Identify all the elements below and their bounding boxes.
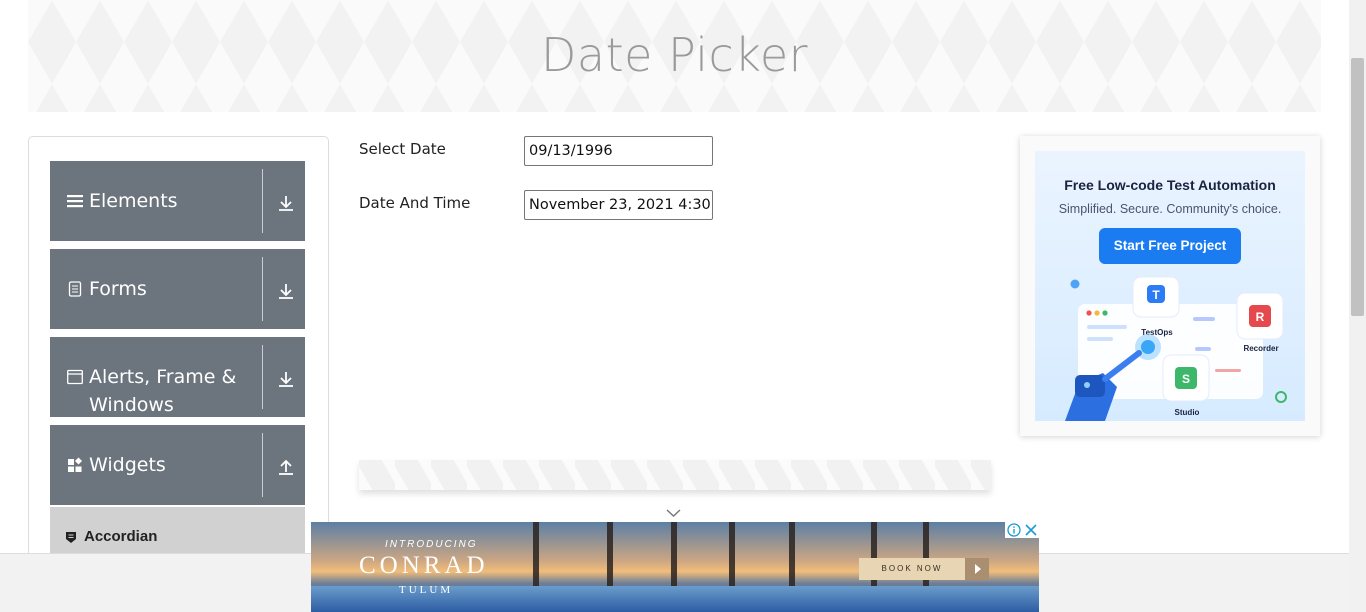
page-title: Date Picker — [540, 28, 809, 82]
ad-intro-text: INTRODUCING — [385, 539, 478, 550]
ad-content[interactable]: Free Low-code Test Automation Simplified… — [1035, 151, 1305, 421]
sidebar-group-label-line2: Windows — [89, 394, 174, 416]
sidebar-item-label: Accordian — [84, 528, 158, 545]
advertisement-bottom[interactable]: INTRODUCING CONRAD TULUM BOOK NOW — [311, 522, 1039, 612]
ad-info-icon — [1007, 523, 1021, 537]
page-header-banner: Date Picker — [28, 0, 1321, 112]
download-icon[interactable] — [276, 369, 296, 389]
upload-icon[interactable] — [276, 457, 296, 477]
download-icon[interactable] — [276, 281, 296, 301]
studio-letter: S — [1182, 372, 1190, 386]
recorder-letter: R — [1256, 310, 1265, 324]
widgets-icon — [68, 457, 83, 472]
ad-choices[interactable] — [1005, 522, 1039, 538]
vertical-scrollbar[interactable] — [1349, 0, 1366, 612]
sidebar-group-alerts-frame-windows[interactable]: Alerts, Frame & Windows — [50, 337, 305, 417]
document-icon — [68, 281, 82, 297]
divider — [262, 169, 263, 233]
badge-icon — [66, 532, 76, 543]
select-date-label: Select Date — [359, 140, 446, 158]
sidebar-group-label: Alerts, Frame & — [89, 366, 237, 388]
window-icon — [67, 369, 83, 385]
app-label-recorder: Recorder — [1243, 344, 1278, 353]
ad-location-text: TULUM — [399, 584, 454, 596]
sidebar-group-widgets[interactable]: Widgets — [50, 425, 305, 505]
sidebar-group-forms[interactable]: Forms — [50, 249, 305, 329]
select-date-input[interactable]: 09/13/1996 — [524, 136, 713, 166]
divider — [262, 433, 263, 497]
content-divider-strip — [359, 460, 991, 490]
hamburger-icon — [67, 195, 83, 208]
divider — [262, 345, 263, 409]
ad-close-icon — [1025, 524, 1037, 536]
testops-letter: T — [1152, 288, 1160, 302]
advertisement-right[interactable]: Free Low-code Test Automation Simplified… — [1020, 136, 1320, 436]
divider — [262, 257, 263, 321]
sidebar: Elements Forms Alerts, Frame & Windows W… — [28, 136, 329, 566]
scrollbar-thumb[interactable] — [1351, 58, 1364, 316]
sidebar-group-label: Forms — [89, 278, 147, 300]
ad-brand-text: CONRAD — [359, 552, 489, 579]
app-label-studio: Studio — [1175, 408, 1200, 417]
chevron-down-icon[interactable] — [666, 508, 681, 518]
book-now-label: BOOK NOW — [881, 564, 943, 573]
play-arrow-icon — [965, 558, 989, 580]
ad-illustration: T TestOps R Recorder S Studio — [1065, 276, 1287, 421]
download-icon[interactable] — [276, 193, 296, 213]
date-and-time-label: Date And Time — [359, 194, 471, 212]
sidebar-group-label: Widgets — [89, 454, 166, 476]
book-now-button[interactable]: BOOK NOW — [859, 558, 989, 580]
date-and-time-input[interactable]: November 23, 2021 4:30 PM — [524, 190, 713, 220]
sidebar-group-label: Elements — [89, 190, 178, 212]
sidebar-group-elements[interactable]: Elements — [50, 161, 305, 241]
page: Date Picker Elements Forms Alerts, Frame… — [0, 0, 1366, 612]
